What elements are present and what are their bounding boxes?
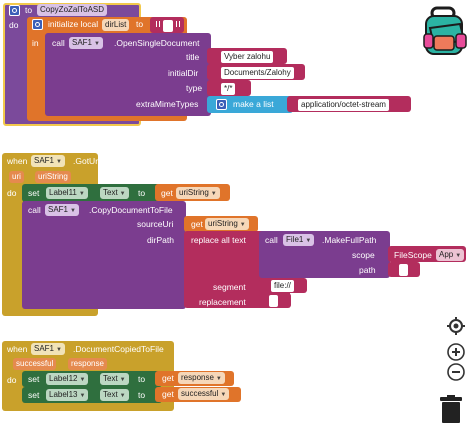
get-successful-dropdown[interactable]: successful ▼: [178, 388, 230, 400]
get-source-label: get: [191, 219, 203, 229]
make-list-gear-icon[interactable]: [216, 99, 227, 110]
copied-when-label: when: [7, 344, 28, 354]
mime-text-value[interactable]: application/octet-stream: [298, 99, 389, 111]
filescope-label: FileScope: [394, 250, 432, 260]
copy-call-label: call: [28, 205, 41, 215]
empty-text-quote-right-icon: [176, 21, 180, 27]
zoom-out-icon[interactable]: [446, 362, 466, 382]
set-label12-set: set: [28, 374, 40, 384]
get-successful-get: get: [162, 389, 174, 399]
call-label: call: [52, 38, 65, 48]
segment-text-value[interactable]: file://: [271, 280, 294, 292]
param-type-label: type: [186, 83, 203, 93]
gotUri-do-label: do: [7, 188, 17, 198]
proc-do-label: do: [9, 20, 19, 30]
init-local-label: initialize local: [48, 19, 99, 29]
proc-to-label: to: [25, 5, 33, 15]
label13-property-dropdown[interactable]: Text ▼: [100, 389, 129, 401]
mutator-gear-icon[interactable]: [9, 5, 20, 16]
get-label: get: [161, 188, 173, 198]
get-response-dropdown[interactable]: response ▼: [178, 372, 225, 384]
gotUri-event-name: .GotUri: [73, 156, 100, 166]
param-segment-label: segment: [213, 282, 246, 292]
text-property-dropdown[interactable]: Text ▼: [100, 187, 129, 199]
copied-component-dropdown[interactable]: SAF1 ▼: [31, 343, 65, 355]
init-to-label: to: [136, 19, 144, 29]
title-text-value[interactable]: Vyber zalohu: [221, 51, 274, 63]
gotUri-param-uri[interactable]: uri: [9, 171, 24, 183]
get-source-dropdown[interactable]: uriString ▼: [205, 218, 249, 230]
initialdir-text-value[interactable]: Documents/Zalohy: [221, 67, 294, 79]
set-label: set: [28, 188, 40, 198]
label11-component-dropdown[interactable]: Label11 ▼: [46, 187, 88, 199]
replace-all-text-label: replace all text: [191, 235, 246, 245]
get-uristring-dropdown[interactable]: uriString ▼: [176, 187, 220, 199]
copy-component-dropdown[interactable]: SAF1 ▼: [45, 204, 79, 216]
type-text-value[interactable]: */*: [221, 83, 236, 95]
mfp-call-label: call: [265, 235, 278, 245]
label12-component-dropdown[interactable]: Label12 ▼: [46, 373, 89, 385]
param-initialdir-label: initialDir: [168, 68, 199, 78]
copied-event-name: .DocumentCopiedToFile: [73, 344, 164, 354]
local-var-name-field[interactable]: dirList: [102, 19, 130, 31]
path-text-value[interactable]: [399, 264, 408, 276]
make-a-list-label: make a list: [233, 99, 274, 109]
param-sourceuri-label: sourceUri: [137, 219, 174, 229]
empty-text-value[interactable]: [163, 20, 173, 32]
param-title-label: title: [186, 52, 200, 62]
component-dropdown[interactable]: SAF1 ▼: [69, 37, 103, 49]
label12-property-dropdown[interactable]: Text ▼: [100, 373, 129, 385]
set-label13-set: set: [28, 390, 40, 400]
procedure-name-field[interactable]: CopyZoZalToASD: [37, 4, 108, 16]
copy-document-to-file-block[interactable]: [22, 201, 186, 309]
mfp-method-name: .MakeFullPath: [322, 235, 377, 245]
get-response-get: get: [162, 373, 174, 383]
gotUri-component-dropdown[interactable]: SAF1 ▼: [31, 155, 65, 167]
param-path-label: path: [359, 265, 376, 275]
replacement-text-value[interactable]: [269, 295, 278, 307]
param-dirpath-label: dirPath: [147, 235, 174, 245]
empty-text-quote-left-icon: [156, 21, 160, 27]
label13-component-dropdown[interactable]: Label13 ▼: [46, 389, 89, 401]
copied-do-label: do: [7, 375, 17, 385]
gotUri-when-label: when: [7, 156, 28, 166]
copy-method-name: .CopyDocumentToFile: [89, 205, 173, 215]
initialize-gear-icon[interactable]: [32, 19, 43, 30]
gotUri-param-uristring[interactable]: uriString: [35, 171, 71, 183]
filescope-value-dropdown[interactable]: App ▼: [436, 249, 465, 261]
copied-param-successful[interactable]: successful: [13, 358, 57, 370]
zoom-in-icon[interactable]: [446, 342, 466, 362]
backpack-icon[interactable]: [420, 6, 470, 60]
trash-icon[interactable]: [438, 395, 464, 423]
method-name-label: .OpenSingleDocument: [114, 38, 200, 48]
label13-to: to: [138, 390, 146, 400]
file1-component-dropdown[interactable]: File1 ▼: [283, 234, 315, 246]
label12-to: to: [138, 374, 146, 384]
set-to-label: to: [138, 188, 146, 198]
target-icon[interactable]: [446, 316, 466, 336]
param-scope-label: scope: [352, 250, 375, 260]
init-in-label: in: [32, 38, 39, 48]
param-replacement-label: replacement: [199, 297, 246, 307]
copied-param-response[interactable]: response: [68, 358, 107, 370]
param-extramimetypes-label: extraMimeTypes: [136, 99, 199, 109]
